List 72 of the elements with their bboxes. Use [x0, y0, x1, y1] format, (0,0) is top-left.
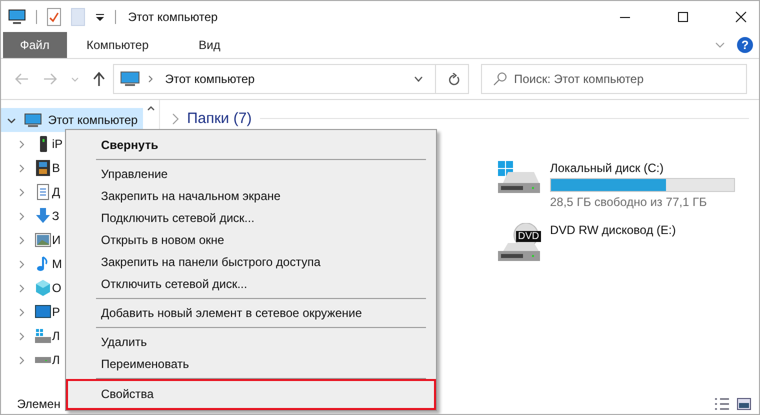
chevron-icon [148, 75, 153, 83]
tree-item[interactable]: Л [52, 329, 60, 343]
drive-icon [35, 356, 51, 364]
chevron-icon[interactable] [17, 356, 26, 364]
details-view-icon[interactable] [715, 398, 729, 410]
tree-item[interactable]: Л [52, 353, 60, 367]
help-button[interactable]: ? [737, 37, 753, 53]
menu-item[interactable]: Переименовать [66, 353, 436, 375]
ribbon-tab[interactable]: Файл [3, 32, 67, 58]
chevron-icon[interactable] [17, 236, 26, 244]
tree-item[interactable]: Этот компьютер [1, 108, 143, 132]
tree-item[interactable]: Р [52, 305, 60, 319]
menu-item[interactable]: Закрепить на панели быстрого доступа [66, 251, 436, 273]
chevron-icon[interactable] [17, 188, 26, 196]
drive-name[interactable]: Локальный диск (C:) [550, 161, 735, 175]
tree-item[interactable]: И [52, 233, 61, 247]
back-arrow-icon[interactable] [15, 73, 29, 85]
chevron-icon[interactable] [414, 76, 423, 82]
image-icon [35, 233, 51, 247]
refresh-icon[interactable] [448, 72, 460, 86]
ribbon-tab[interactable]: Компьютер [66, 32, 169, 58]
menu-item[interactable]: Подключить сетевой диск... [66, 207, 436, 229]
menu-item[interactable]: Добавить новый элемент в сетевое окружение [66, 302, 436, 324]
forward-arrow-icon[interactable] [43, 73, 57, 85]
ribbon-tab[interactable]: Вид [178, 32, 240, 58]
drive-icon[interactable] [498, 161, 540, 195]
checklist-icon[interactable] [47, 8, 61, 26]
film-icon [35, 160, 51, 176]
up-arrow-icon[interactable] [93, 72, 105, 86]
document-icon [35, 184, 51, 200]
chevron-icon[interactable] [17, 284, 26, 292]
menu-item[interactable]: Открыть в новом окне [66, 229, 436, 251]
close-icon[interactable] [735, 10, 747, 22]
chevron-icon[interactable] [17, 308, 26, 316]
chevron-icon[interactable] [17, 260, 26, 268]
status-text: Элемен [17, 397, 60, 411]
tree-item[interactable]: О [52, 281, 62, 295]
menu-item[interactable]: Удалить [66, 331, 436, 353]
tree-item[interactable]: М [52, 257, 62, 271]
menu-item[interactable]: Управление [66, 163, 436, 185]
menu-item[interactable]: Закрепить на начальном экране [66, 185, 436, 207]
free-space-text: 28,5 ГБ свободно из 77,1 ГБ [550, 195, 708, 209]
menu-item[interactable]: Свернуть [66, 134, 436, 156]
dropdown-icon[interactable] [95, 12, 105, 22]
chevron-icon[interactable] [7, 116, 16, 124]
tree-item[interactable]: В [52, 161, 60, 175]
down-arrow-icon [35, 208, 51, 224]
scroll-up-icon[interactable] [147, 106, 155, 111]
monitor-icon [35, 305, 51, 319]
tree-item[interactable]: iP [52, 137, 63, 151]
tree-item[interactable]: З [52, 209, 60, 223]
computer-icon [120, 71, 140, 87]
group-header[interactable]: Папки (7) [172, 110, 749, 127]
window-title: Этот компьютер [128, 10, 218, 24]
search-icon [493, 72, 507, 86]
search-field[interactable]: Поиск: Этот компьютер [481, 64, 747, 94]
drive-name[interactable]: DVD RW дисковод (E:) [550, 223, 676, 237]
address-bar[interactable]: Этот компьютер [113, 64, 469, 94]
computer-icon[interactable] [8, 8, 26, 24]
chevron-icon[interactable] [17, 212, 26, 220]
maximize-icon[interactable] [677, 10, 689, 22]
chevron-icon[interactable] [17, 164, 26, 172]
menu-item[interactable]: Свойства [66, 379, 436, 410]
chevron-icon[interactable] [17, 140, 26, 148]
drive-icon [35, 329, 51, 343]
tree-item[interactable]: Д [52, 185, 60, 199]
chevron-icon[interactable] [17, 332, 26, 340]
menu-item[interactable]: Отключить сетевой диск... [66, 273, 436, 295]
large-icons-view-icon[interactable] [737, 398, 751, 410]
computer-icon [24, 112, 42, 128]
cube-icon [35, 280, 51, 296]
chevron-icon [172, 112, 179, 124]
